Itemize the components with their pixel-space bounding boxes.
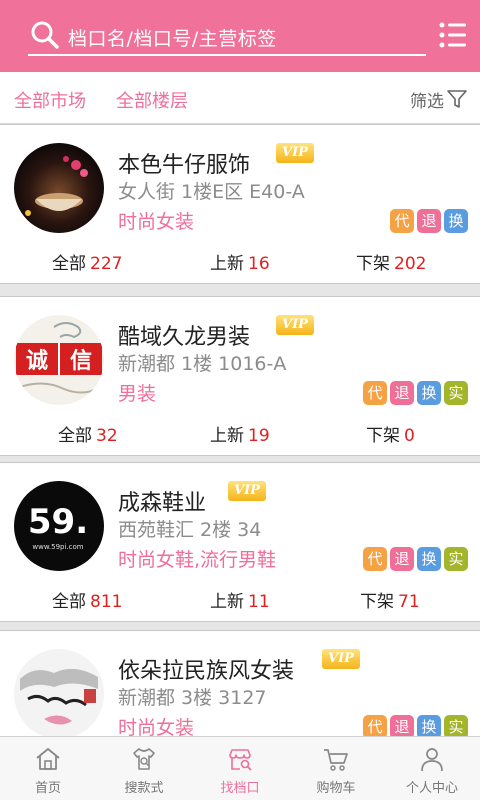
menu-icon[interactable] bbox=[438, 20, 468, 50]
vip-badge: VIP bbox=[228, 481, 266, 501]
shop-tags: 男装 bbox=[118, 383, 157, 405]
return-badge: 退 bbox=[417, 209, 441, 233]
stat-all: 全部 811 bbox=[52, 592, 123, 612]
cart-icon bbox=[324, 749, 348, 771]
return-badge: 退 bbox=[390, 381, 414, 405]
shop-name: 成森鞋业 bbox=[118, 491, 207, 516]
stat-all: 全部 227 bbox=[52, 254, 123, 274]
shop-name: 依朵拉民族风女装 bbox=[118, 659, 295, 684]
logo-text: 59. bbox=[28, 502, 88, 542]
bottom-tab-bar: 首页 搜款式 找档口 购物车 个人中心 bbox=[0, 736, 480, 800]
shop-avatar: 诚 信 bbox=[14, 315, 104, 405]
shop-card[interactable]: 59. www.59pi.com 成森鞋业 VIP 西苑鞋汇 2楼 34 时尚女… bbox=[0, 462, 480, 622]
search-icon bbox=[31, 21, 59, 49]
tab-cart[interactable]: 购物车 bbox=[288, 737, 384, 800]
stat-new: 上新 19 bbox=[210, 426, 270, 446]
tab-label: 购物车 bbox=[316, 781, 356, 796]
shop-address: 新潮都 3楼 3127 bbox=[118, 687, 267, 709]
service-badges: 代 退 换 bbox=[390, 209, 468, 233]
shop-address: 西苑鞋汇 2楼 34 bbox=[118, 519, 262, 541]
all-market-filter[interactable]: 全部市场 bbox=[14, 87, 86, 113]
tab-search-style[interactable]: 搜款式 bbox=[96, 737, 192, 800]
shop-avatar: 59. www.59pi.com bbox=[14, 481, 104, 571]
service-badges: 代 退 换 实 bbox=[363, 381, 468, 405]
shop-tags: 时尚女装 bbox=[118, 211, 195, 233]
shop-address: 女人街 1楼E区 E40-A bbox=[118, 181, 305, 203]
top-header: 档口名/档口号/主营标签 bbox=[0, 0, 480, 72]
shirt-search-icon bbox=[133, 748, 155, 770]
stat-all: 全部 32 bbox=[58, 426, 118, 446]
shop-name: 酷域久龙男装 bbox=[118, 325, 251, 350]
logo-url: www.59pi.com bbox=[32, 543, 83, 551]
tea-cup-image bbox=[25, 156, 88, 216]
shop-avatar bbox=[14, 649, 104, 739]
shop-address: 新潮都 1楼 1016-A bbox=[118, 353, 287, 375]
service-badges: 代 退 换 实 bbox=[363, 547, 468, 571]
person-icon bbox=[421, 748, 443, 772]
stat-new: 上新 11 bbox=[210, 592, 270, 612]
dropship-badge: 代 bbox=[390, 209, 414, 233]
tab-label: 首页 bbox=[34, 781, 61, 796]
shop-card[interactable]: 依朵拉民族风女装 VIP 新潮都 3楼 3127 时尚女装 代 退 换 实 bbox=[0, 630, 480, 750]
shop-card[interactable]: 本色牛仔服饰 VIP 女人街 1楼E区 E40-A 时尚女装 代 退 换 全部 2… bbox=[0, 124, 480, 284]
vip-badge: VIP bbox=[322, 649, 360, 669]
home-icon bbox=[36, 748, 60, 770]
return-badge: 退 bbox=[390, 547, 414, 571]
physical-store-badge: 实 bbox=[444, 547, 468, 571]
59pi-logo: 59. www.59pi.com bbox=[28, 502, 88, 551]
exchange-badge: 换 bbox=[444, 209, 468, 233]
physical-store-badge: 实 bbox=[444, 381, 468, 405]
exchange-badge: 换 bbox=[417, 381, 441, 405]
shop-tags: 时尚女鞋,流行男鞋 bbox=[118, 549, 277, 571]
shop-name: 本色牛仔服饰 bbox=[118, 153, 251, 178]
exchange-badge: 换 bbox=[417, 547, 441, 571]
stat-off: 下架 71 bbox=[360, 592, 420, 612]
funnel-icon[interactable] bbox=[446, 88, 468, 110]
vip-badge: VIP bbox=[276, 315, 314, 335]
search-placeholder: 档口名/档口号/主营标签 bbox=[68, 28, 277, 50]
integrity-logo: 诚 信 bbox=[16, 322, 102, 394]
filter-button[interactable]: 筛选 bbox=[410, 87, 444, 112]
svg-text:诚: 诚 bbox=[26, 349, 48, 374]
svg-text:信: 信 bbox=[70, 348, 92, 374]
tab-find-store[interactable]: 找档口 bbox=[192, 737, 288, 800]
stat-off: 下架 202 bbox=[356, 254, 427, 274]
stat-off: 下架 0 bbox=[366, 426, 415, 446]
dropship-badge: 代 bbox=[363, 547, 387, 571]
search-input[interactable]: 档口名/档口号/主营标签 bbox=[28, 18, 426, 56]
stat-new: 上新 16 bbox=[210, 254, 270, 274]
dropship-badge: 代 bbox=[363, 381, 387, 405]
vip-badge: VIP bbox=[276, 143, 314, 163]
all-floor-filter[interactable]: 全部楼层 bbox=[116, 87, 188, 113]
tab-label: 个人中心 bbox=[405, 781, 458, 796]
tab-profile[interactable]: 个人中心 bbox=[384, 737, 480, 800]
shop-card[interactable]: 诚 信 酷域久龙男装 VIP 新潮都 1楼 1016-A 男装 代 退 换 实 … bbox=[0, 296, 480, 456]
filter-bar: 全部市场 全部楼层 筛选 bbox=[0, 72, 480, 124]
ink-painting-logo bbox=[20, 668, 98, 725]
tab-home[interactable]: 首页 bbox=[0, 737, 96, 800]
shop-avatar bbox=[14, 143, 104, 233]
tab-label: 搜款式 bbox=[124, 781, 164, 796]
tab-label: 找档口 bbox=[220, 781, 260, 796]
store-search-icon bbox=[229, 749, 252, 771]
